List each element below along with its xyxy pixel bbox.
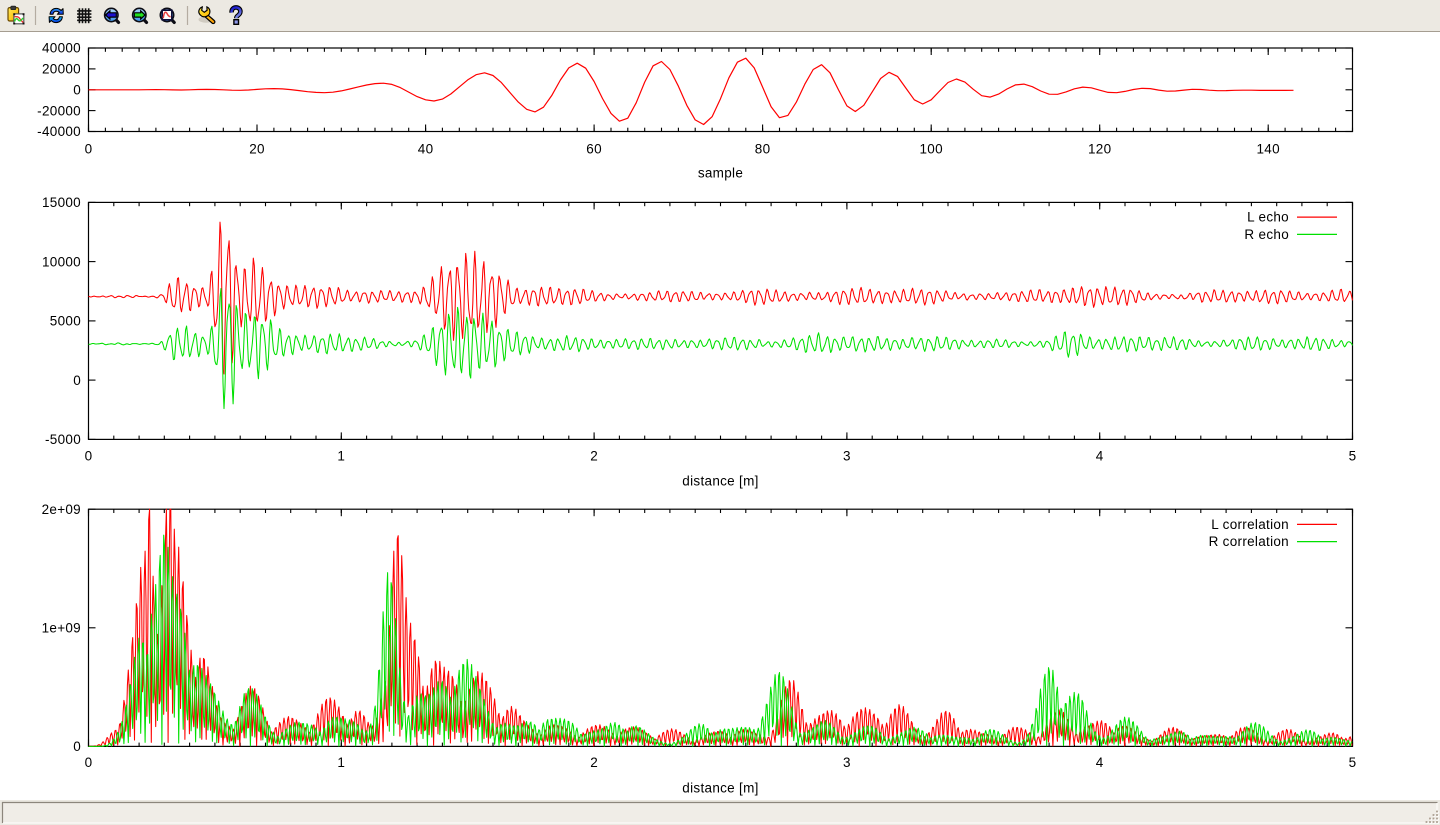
- svg-text:20: 20: [249, 142, 265, 157]
- svg-text:2e+09: 2e+09: [42, 502, 81, 517]
- svg-text:20000: 20000: [42, 62, 81, 77]
- svg-text:-40000: -40000: [37, 124, 81, 139]
- svg-text:100: 100: [919, 142, 942, 157]
- svg-text:sample: sample: [698, 166, 743, 181]
- svg-text:80: 80: [755, 142, 771, 157]
- svg-text:0: 0: [85, 142, 93, 157]
- svg-text:0: 0: [85, 449, 93, 464]
- svg-text:-20000: -20000: [37, 103, 81, 118]
- svg-text:5000: 5000: [50, 314, 81, 329]
- svg-text:L correlation: L correlation: [1211, 517, 1289, 532]
- svg-text:0: 0: [85, 755, 93, 770]
- svg-text:5: 5: [1349, 449, 1357, 464]
- svg-text:R correlation: R correlation: [1209, 534, 1289, 549]
- svg-text:40: 40: [418, 142, 434, 157]
- svg-text:0: 0: [73, 83, 81, 98]
- svg-text:2: 2: [590, 755, 598, 770]
- svg-text:3: 3: [843, 449, 851, 464]
- svg-text:distance [m]: distance [m]: [682, 781, 758, 796]
- svg-text:1e+09: 1e+09: [42, 621, 81, 636]
- svg-text:2: 2: [590, 449, 598, 464]
- svg-text:R echo: R echo: [1244, 227, 1289, 242]
- svg-text:40000: 40000: [42, 41, 81, 56]
- svg-text:-5000: -5000: [45, 432, 81, 447]
- svg-text:15000: 15000: [42, 195, 81, 210]
- svg-text:L echo: L echo: [1247, 210, 1289, 225]
- svg-text:distance [m]: distance [m]: [682, 474, 758, 489]
- svg-text:4: 4: [1096, 755, 1104, 770]
- svg-text:120: 120: [1088, 142, 1111, 157]
- svg-text:140: 140: [1256, 142, 1279, 157]
- svg-text:4: 4: [1096, 449, 1104, 464]
- svg-text:1: 1: [337, 449, 345, 464]
- svg-text:3: 3: [843, 755, 851, 770]
- svg-text:5: 5: [1349, 755, 1357, 770]
- svg-text:10000: 10000: [42, 254, 81, 269]
- svg-text:0: 0: [73, 739, 81, 754]
- svg-text:0: 0: [73, 373, 81, 388]
- svg-text:1: 1: [337, 755, 345, 770]
- svg-text:60: 60: [586, 142, 602, 157]
